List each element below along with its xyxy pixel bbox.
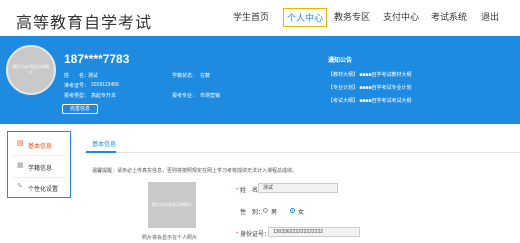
photo-placeholder-text: 图片为必须显示的照片 [152,202,192,207]
sidebar-item-label: 基本信息 [28,144,53,150]
avatar-placeholder-text: 图片为必须显示的照片 [13,64,49,75]
status-value: 在籍 [200,73,211,79]
id-field-label: * 身份证号： [236,229,270,238]
gender-field-label: 性 别： [240,210,265,216]
tab-divider [84,152,520,153]
edit-icon: ✎ [17,183,23,190]
notice-item[interactable]: 【教材大纲】 ■■■■自学考试教材大纲 [328,71,411,78]
id-number-input[interactable]: 130336222222222222 [268,227,360,237]
id-field-label-text: 身份证号： [240,232,271,238]
user-phone: 187****7783 [64,52,130,66]
reminder-text: 温馨提醒：请务必上传真实信息，否则将按照规定在网上学习考核成绩无法计入课程总成绩… [92,168,298,174]
photo-caption: 照片将会显示在个人照片 [142,235,198,241]
gender-male-label: 男 [271,210,278,216]
gender-male-radio[interactable] [263,208,268,213]
document-icon: ▤ [17,140,24,147]
sidebar: ▤ 基本信息 ▦ 学籍信息 ✎ 个性化设置 [7,131,71,198]
level-value: 高起专升本 [91,93,117,99]
name-value: 测试 [88,73,99,79]
permit-value: 2018123456 [91,82,119,88]
id-photo[interactable]: 图片为必须显示的照片 [148,182,196,228]
tab-basic-info[interactable]: 基本信息 [92,139,116,148]
sidebar-item-label: 个性化设置 [28,187,59,193]
sidebar-item-personal-settings[interactable]: ✎ 个性化设置 [8,177,70,197]
nav-student-home[interactable]: 学生首页 [233,10,269,23]
site-title: 高等教育自学考试 [16,15,153,32]
required-marker: * [236,232,239,238]
tab-active-indicator [86,151,116,153]
nav-personal-center[interactable]: 个人中心 [283,8,328,27]
gender-female-label: 女 [298,210,305,216]
permit-label: 准考证号： [64,83,90,89]
sidebar-item-enrollment-info[interactable]: ▦ 学籍信息 [8,156,70,176]
sidebar-item-basic-info[interactable]: ▤ 基本信息 [8,134,70,154]
major-value: 市场营销 [200,93,221,99]
nav-academic-zone[interactable]: 教务专区 [334,10,370,23]
nav-exam-system[interactable]: 考试系统 [431,10,467,23]
top-bar: 高等教育自学考试 学生首页 个人中心 教务专区 支付中心 考试系统 退出 [0,0,520,36]
gender-female-radio[interactable] [290,208,295,213]
file-icon: ▦ [17,162,24,169]
name-input[interactable]: 测试 [258,183,338,193]
avatar[interactable]: 图片为必须显示的照片 [6,45,56,95]
notice-item[interactable]: 【专业计划】 ■■■■自学考试专业计划 [328,84,411,91]
notice-title: 通知公告 [328,58,353,64]
sidebar-item-label: 学籍信息 [28,166,53,172]
name-label: 姓 名： [64,73,90,79]
nav-payment-center[interactable]: 支付中心 [383,10,419,23]
required-marker: * [236,188,239,194]
level-label: 报考类型： [64,93,90,99]
nav-logout[interactable]: 退出 [481,10,499,23]
complete-info-button[interactable]: 完善信息 [62,104,98,114]
status-label: 学籍状态： [172,73,198,79]
notice-item[interactable]: 【考试大纲】 ■■■■自学考试考试大纲 [328,97,411,104]
major-label: 报考专业： [172,93,198,99]
